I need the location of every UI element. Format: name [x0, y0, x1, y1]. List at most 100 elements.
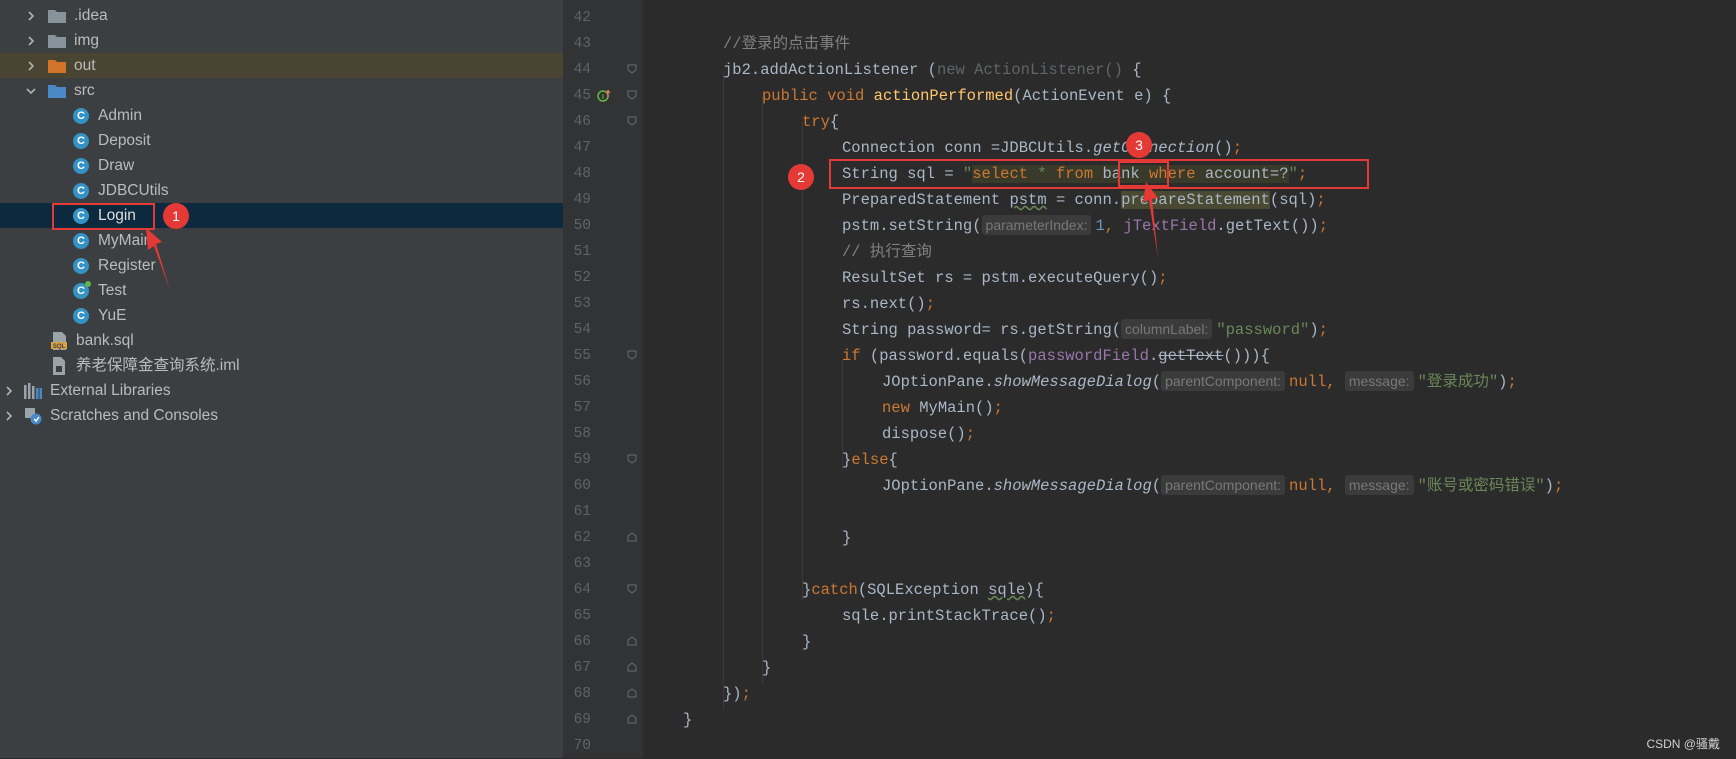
indent-guide [723, 70, 724, 710]
folder-icon [46, 7, 68, 25]
tree-item-external-libraries[interactable]: External Libraries [0, 378, 563, 403]
tree-item-label: 养老保障金查询系统.iml [76, 357, 240, 374]
tree-item-label: .idea [74, 7, 108, 24]
line-number: 68 [573, 686, 591, 702]
tree-item-yue[interactable]: C YuE [0, 303, 563, 328]
chevron-right-icon[interactable] [24, 35, 38, 46]
param-hint: message: [1344, 371, 1414, 391]
fold-marker-icon[interactable] [627, 584, 637, 594]
chevron-right-icon[interactable] [24, 10, 38, 21]
tree-item-label: Draw [98, 157, 135, 174]
fold-marker-icon[interactable] [627, 64, 637, 74]
class-icon: C [70, 307, 92, 325]
tree-item-test[interactable]: C Test [0, 278, 563, 303]
tree-item-bank-sql[interactable]: SQL bank.sql [0, 328, 563, 353]
code-line-54: String password= rs.getString(columnLabe… [842, 319, 1328, 339]
tree-item-label: YuE [98, 307, 127, 324]
code-line-67: } [762, 659, 772, 677]
fold-marker-icon[interactable] [627, 350, 637, 360]
fold-marker-icon[interactable] [627, 116, 637, 126]
chevron-right-icon[interactable] [24, 60, 38, 71]
fold-end-icon[interactable] [627, 662, 637, 672]
line-number: 63 [573, 556, 591, 572]
line-number: 64 [573, 582, 591, 598]
param-hint: columnLabel: [1121, 319, 1213, 339]
chevron-down-icon[interactable] [24, 86, 38, 96]
fold-marker-icon[interactable] [627, 454, 637, 464]
line-number: 66 [573, 634, 591, 650]
class-icon: C [70, 107, 92, 125]
line-number: 57 [573, 400, 591, 416]
line-number: 49 [573, 192, 591, 208]
line-number: 70 [573, 738, 591, 754]
line-number: 44 [573, 62, 591, 78]
tree-item-label: JDBCUtils [98, 182, 169, 199]
line-number: 55 [573, 348, 591, 364]
line-number: 59 [573, 452, 591, 468]
fold-end-icon[interactable] [627, 688, 637, 698]
fold-end-icon[interactable] [627, 636, 637, 646]
line-number: 53 [573, 296, 591, 312]
code-line-69: } [683, 711, 693, 729]
line-number: 61 [573, 504, 591, 520]
param-hint: parentComponent: [1161, 475, 1286, 495]
code-line-44: jb2.addActionListener (new ActionListene… [723, 61, 1142, 79]
indent-guide [802, 122, 803, 600]
tree-item-out[interactable]: out [0, 53, 563, 78]
line-number: 69 [573, 712, 591, 728]
fold-end-icon[interactable] [627, 714, 637, 724]
folder-icon [46, 57, 68, 75]
tree-item-admin[interactable]: C Admin [0, 103, 563, 128]
code-line-66: } [802, 633, 812, 651]
line-number: 62 [573, 530, 591, 546]
svg-text:SQL: SQL [53, 344, 66, 350]
annotation-box-sql [829, 159, 1369, 189]
code-line-51: // 执行查询 [842, 243, 932, 261]
tree-item-iml[interactable]: 养老保障金查询系统.iml [0, 353, 563, 378]
fold-end-icon[interactable] [627, 532, 637, 542]
code-line-59: }else{ [842, 451, 898, 469]
code-line-46: try{ [802, 113, 840, 131]
line-number: 56 [573, 374, 591, 390]
annotation-badge-2: 2 [788, 164, 814, 190]
code-line-52: ResultSet rs = pstm.executeQuery(); [842, 269, 1168, 287]
chevron-right-icon[interactable] [2, 410, 16, 421]
tree-item-register[interactable]: C Register [0, 253, 563, 278]
tree-item-label: Deposit [98, 132, 151, 149]
tree-item-label: img [74, 32, 99, 49]
tree-item-idea[interactable]: .idea [0, 3, 563, 28]
line-number: 45 [573, 88, 591, 104]
line-number: 47 [573, 140, 591, 156]
tree-item-src[interactable]: src [0, 78, 563, 103]
class-icon: C [70, 257, 92, 275]
iml-file-icon [48, 356, 70, 375]
tree-item-draw[interactable]: C Draw [0, 153, 563, 178]
override-implementation-icon[interactable]: I [597, 89, 611, 103]
tree-item-scratches[interactable]: Scratches and Consoles [0, 403, 563, 428]
tree-item-mymain[interactable]: C MyMain [0, 228, 563, 253]
code-line-68: }); [723, 685, 751, 703]
line-number: 54 [573, 322, 591, 338]
folder-icon [46, 82, 68, 100]
code-line-64: }catch(SQLException sqle){ [802, 581, 1044, 599]
tree-item-label: Scratches and Consoles [50, 407, 219, 424]
line-number: 50 [573, 218, 591, 234]
code-line-50: pstm.setString(parameterIndex: 1, jTextFi… [842, 215, 1329, 235]
line-number: 67 [573, 660, 591, 676]
line-number: 60 [573, 478, 591, 494]
param-hint: parameterIndex: [981, 215, 1092, 235]
tree-item-label: out [74, 57, 96, 74]
fold-marker-icon[interactable] [627, 90, 637, 100]
code-line-53: rs.next(); [842, 295, 936, 313]
tree-item-deposit[interactable]: C Deposit [0, 128, 563, 153]
class-icon: C [70, 157, 92, 175]
code-line-49: PreparedStatement pstm = conn.prepareSta… [842, 191, 1326, 209]
tree-item-label: External Libraries [50, 382, 171, 399]
code-line-58: dispose(); [882, 425, 976, 443]
tree-item-img[interactable]: img [0, 28, 563, 53]
class-icon: C [70, 182, 92, 200]
tree-item-jdbcutils[interactable]: C JDBCUtils [0, 178, 563, 203]
code-line-45: public void actionPerformed(ActionEvent … [762, 87, 1172, 105]
chevron-right-icon[interactable] [2, 385, 16, 396]
tree-item-label: Test [98, 282, 127, 299]
